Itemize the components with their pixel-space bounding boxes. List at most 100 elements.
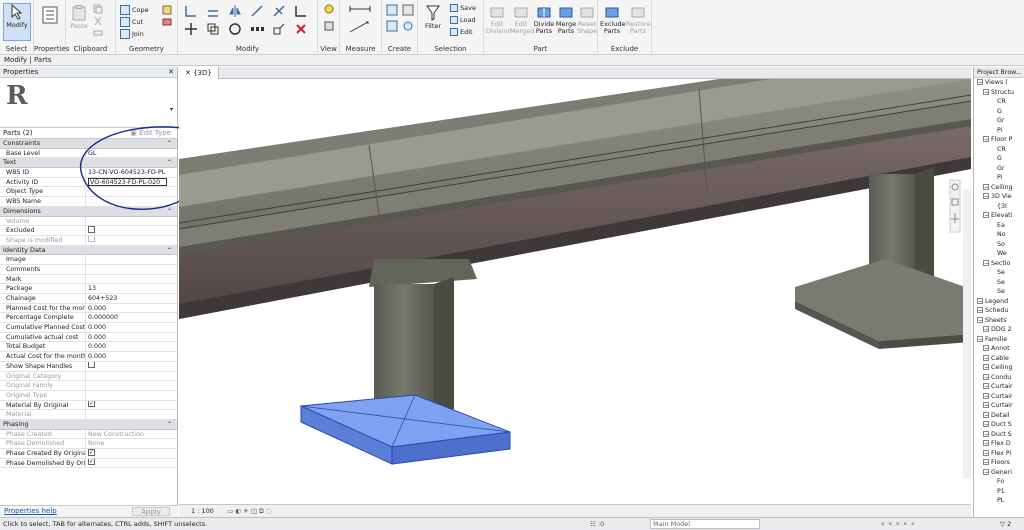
browser-item[interactable]: We bbox=[974, 249, 1024, 259]
create-assembly-icon[interactable] bbox=[386, 4, 398, 16]
prop-mark[interactable]: Mark bbox=[0, 274, 177, 285]
view-scale[interactable]: 1 : 100 bbox=[191, 507, 214, 515]
expand-toggle-icon[interactable] bbox=[989, 496, 995, 502]
expand-toggle-icon[interactable]: − bbox=[983, 411, 989, 418]
properties-icon[interactable] bbox=[42, 6, 58, 24]
browser-item[interactable]: P1 bbox=[974, 486, 1024, 497]
prop-value[interactable] bbox=[86, 255, 177, 264]
copy-icon[interactable] bbox=[93, 4, 103, 14]
exclude-parts-button[interactable]: Exclude Parts bbox=[600, 5, 625, 35]
lightbulb-icon[interactable] bbox=[323, 4, 335, 16]
view-controls[interactable]: ▭ ◐ ☀ ◫ ⧉ ◌ bbox=[227, 507, 271, 516]
expand-toggle-icon[interactable]: − bbox=[983, 364, 989, 371]
prop-total-budget[interactable]: Total Budget 0.000 bbox=[0, 342, 177, 353]
tab-3d[interactable]: ✕ {3D} bbox=[179, 67, 219, 79]
expand-toggle-icon[interactable] bbox=[989, 116, 995, 122]
expand-toggle-icon[interactable] bbox=[989, 201, 995, 208]
browser-item[interactable]: Ea bbox=[974, 220, 1024, 231]
match-properties-icon[interactable] bbox=[93, 28, 103, 38]
hide-icon[interactable] bbox=[323, 20, 335, 32]
prop-value[interactable] bbox=[86, 265, 177, 274]
prop-image[interactable]: Image bbox=[0, 255, 177, 265]
expand-toggle-icon[interactable]: − bbox=[983, 326, 989, 333]
expand-toggle-icon[interactable]: − bbox=[983, 345, 989, 352]
browser-item[interactable]: − Ceiling bbox=[974, 183, 1024, 193]
phase-created-checkbox[interactable]: ✓ bbox=[88, 449, 95, 456]
prop-value[interactable]: 0.000 bbox=[86, 323, 177, 332]
prop-actual-cost[interactable]: Actual Cost for the month 0.000 bbox=[0, 352, 177, 362]
expand-toggle-icon[interactable]: − bbox=[983, 88, 989, 95]
browser-item[interactable]: −3D Vie bbox=[974, 192, 1024, 202]
excluded-checkbox[interactable] bbox=[88, 226, 95, 233]
load-selection-button[interactable]: Load bbox=[450, 16, 476, 24]
expand-toggle-icon[interactable]: − bbox=[977, 316, 983, 323]
browser-item[interactable]: Se bbox=[974, 287, 1024, 297]
browser-item[interactable]: − Duct S bbox=[974, 420, 1024, 430]
prop-phase-demolished-by-original[interactable]: Phase Demolished By Ori... ✓ bbox=[0, 458, 177, 469]
show-handles-checkbox[interactable] bbox=[88, 361, 95, 369]
expand-toggle-icon[interactable] bbox=[989, 163, 995, 170]
browser-item[interactable]: CR bbox=[974, 144, 1024, 155]
filter-count[interactable]: ▽ 2 bbox=[1000, 518, 1011, 530]
create-similar-icon[interactable] bbox=[402, 20, 414, 32]
cope-button[interactable]: Cope bbox=[120, 5, 149, 15]
browser-item[interactable]: − Annot bbox=[974, 344, 1024, 354]
browser-item[interactable]: − Ceiling bbox=[974, 363, 1024, 373]
expand-toggle-icon[interactable] bbox=[989, 106, 995, 113]
browser-item[interactable]: G bbox=[974, 154, 1024, 164]
expand-toggle-icon[interactable] bbox=[989, 239, 995, 246]
apply-button[interactable]: Apply bbox=[132, 507, 170, 516]
expand-toggle-icon[interactable]: − bbox=[983, 212, 989, 219]
browser-item[interactable]: Se bbox=[974, 268, 1024, 278]
browser-item[interactable]: − Flex D bbox=[974, 439, 1024, 449]
browser-item[interactable]: − Detail bbox=[974, 411, 1024, 421]
browser-item[interactable]: − Sectio bbox=[974, 259, 1024, 269]
prop-phase-created-by-original[interactable]: Phase Created By Original ✓ bbox=[0, 449, 177, 459]
expand-toggle-icon[interactable] bbox=[989, 125, 995, 132]
prop-planned-cost[interactable]: Planned Cost for the month 0.000 bbox=[0, 303, 177, 314]
prop-value[interactable]: 0.000 bbox=[86, 342, 177, 351]
edit-division-button[interactable]: Edit Division bbox=[486, 5, 512, 35]
browser-item[interactable]: − Familie bbox=[974, 335, 1024, 345]
browser-item[interactable]: − Structu bbox=[974, 88, 1024, 98]
expand-toggle-icon[interactable] bbox=[989, 477, 995, 483]
material-by-original-checkbox[interactable]: ✓ bbox=[88, 400, 95, 408]
expand-toggle-icon[interactable]: − bbox=[977, 335, 983, 342]
edit-merged-button[interactable]: Edit Merged bbox=[510, 5, 534, 35]
expand-toggle-icon[interactable] bbox=[989, 249, 995, 255]
expand-toggle-icon[interactable]: − bbox=[983, 449, 989, 456]
create-parts-icon[interactable] bbox=[402, 4, 414, 16]
browser-item[interactable]: − DDG 2 bbox=[974, 325, 1024, 335]
expand-toggle-icon[interactable] bbox=[989, 220, 995, 227]
expand-toggle-icon[interactable]: − bbox=[983, 440, 989, 447]
browser-item[interactable]: PL bbox=[974, 496, 1024, 506]
prop-value[interactable]: 0.000 bbox=[86, 333, 177, 342]
prop-package[interactable]: Package 13 bbox=[0, 284, 177, 294]
prop-value[interactable]: 0.000 bbox=[86, 304, 177, 313]
browser-item[interactable]: − Elevati bbox=[974, 211, 1024, 221]
expand-toggle-icon[interactable]: − bbox=[983, 193, 989, 200]
browser-item[interactable]: Pi bbox=[974, 173, 1024, 183]
expand-toggle-icon[interactable] bbox=[989, 287, 995, 293]
workset-icon[interactable]: ☷ :0 bbox=[590, 518, 604, 530]
expand-toggle-icon[interactable] bbox=[989, 268, 995, 274]
browser-item[interactable]: − Floor P bbox=[974, 135, 1024, 145]
expand-toggle-icon[interactable]: − bbox=[983, 430, 989, 437]
save-selection-button[interactable]: Save bbox=[450, 4, 476, 12]
scale-icon[interactable] bbox=[272, 22, 286, 36]
browser-item[interactable]: − Generi bbox=[974, 468, 1024, 478]
merge-parts-button[interactable]: Merge Parts bbox=[555, 5, 577, 35]
expand-toggle-icon[interactable]: − bbox=[977, 307, 983, 314]
mirror-draw-icon[interactable] bbox=[250, 4, 264, 18]
expand-toggle-icon[interactable]: − bbox=[983, 459, 989, 466]
join-button[interactable]: Join bbox=[120, 29, 144, 39]
browser-item[interactable]: Gr bbox=[974, 116, 1024, 126]
collapse-icon[interactable]: ⌃ bbox=[167, 246, 172, 256]
restore-parts-button[interactable]: Restore Parts bbox=[626, 5, 651, 35]
expand-toggle-icon[interactable]: − bbox=[983, 373, 989, 380]
prop-cumulative-planned[interactable]: Cumulative Planned Cost 0.000 bbox=[0, 323, 177, 333]
prop-percentage-complete[interactable]: Percentage Complete 0.000000 bbox=[0, 313, 177, 324]
browser-item[interactable]: − Duct S bbox=[974, 430, 1024, 440]
browser-item[interactable]: G bbox=[974, 106, 1024, 117]
model-selector[interactable]: Main Model bbox=[650, 519, 760, 529]
